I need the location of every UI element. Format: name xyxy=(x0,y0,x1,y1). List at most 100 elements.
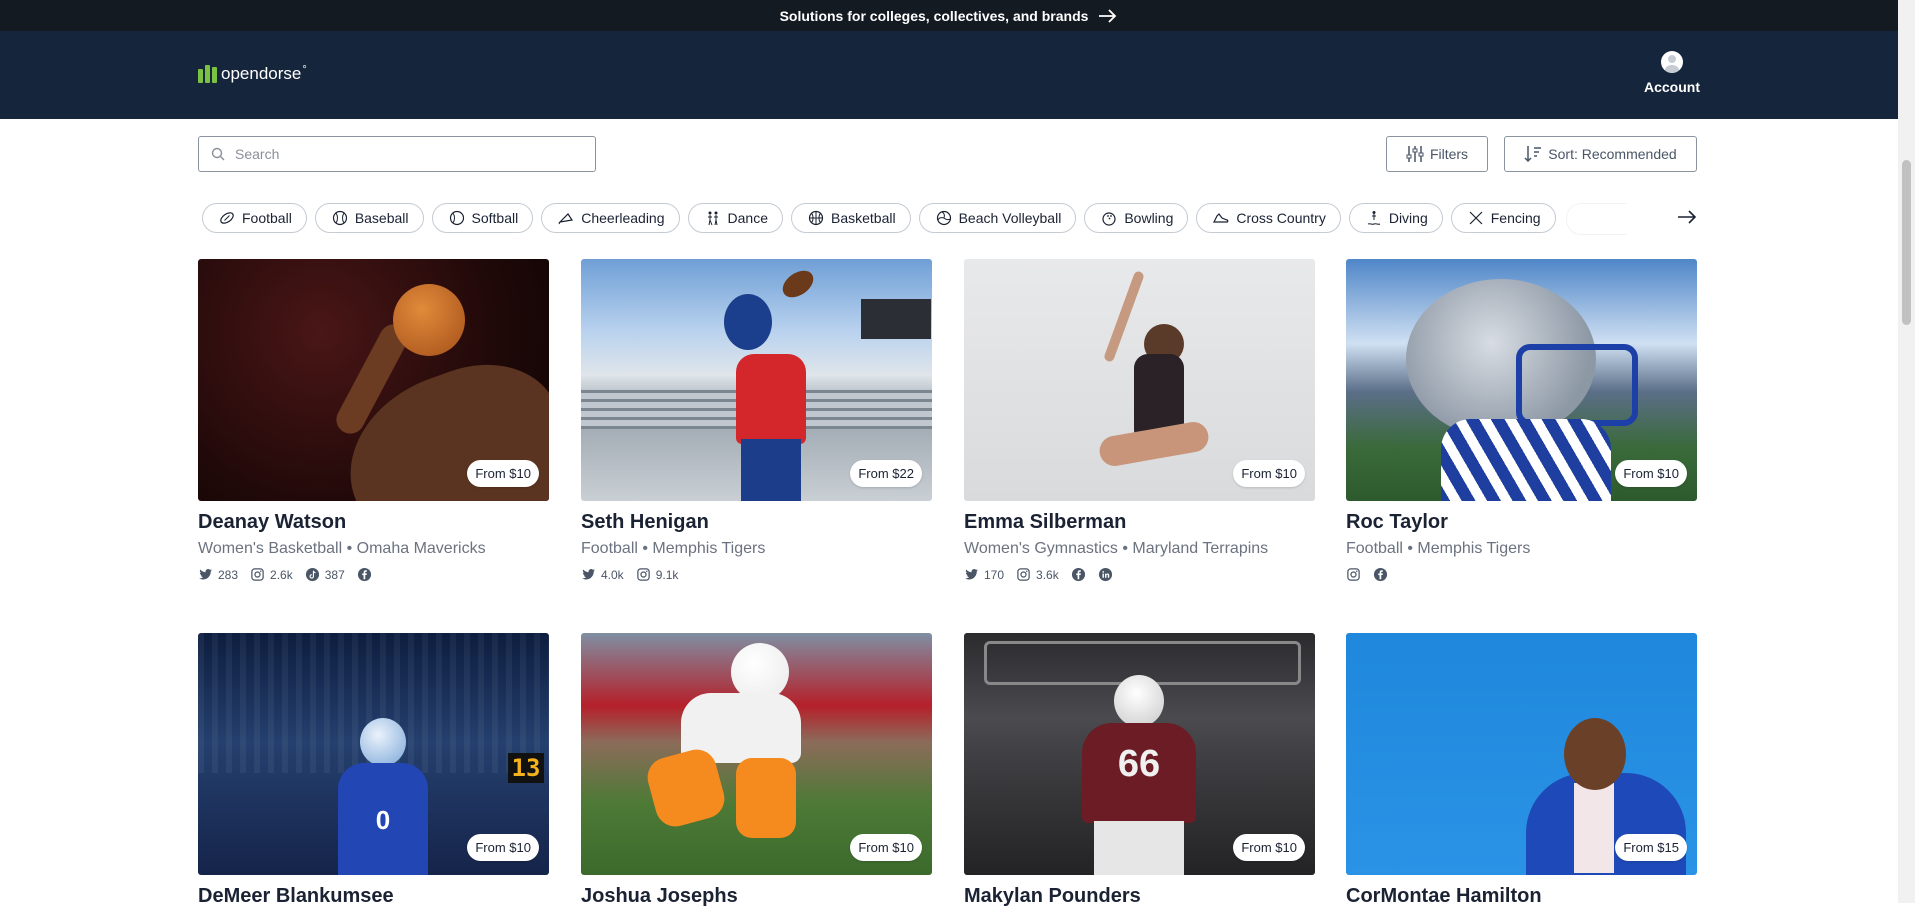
athlete-name[interactable]: CorMontae Hamilton xyxy=(1346,885,1697,908)
athlete-name[interactable]: Makylan Pounders xyxy=(964,885,1315,908)
chip-fencing[interactable]: Fencing xyxy=(1450,203,1556,233)
athlete-card[interactable]: 66 From $10 Makylan Pounders xyxy=(964,633,1315,908)
athlete-sport-team: Football • Memphis Tigers xyxy=(1346,540,1531,557)
athlete-name[interactable]: DeMeer Blankumsee xyxy=(198,885,549,908)
chip-overflow-fade xyxy=(1565,203,1627,235)
price-badge: From $15 xyxy=(1615,834,1687,861)
chip-dance[interactable]: Dance xyxy=(687,203,783,233)
instagram-icon xyxy=(1017,568,1030,581)
chip-label: Basketball xyxy=(830,210,896,226)
athlete-card[interactable]: From $10 Emma Silberman Women's Gymnasti… xyxy=(964,259,1315,582)
search-icon xyxy=(211,147,225,161)
linkedin-stat xyxy=(1098,567,1113,582)
logo-text: opendorse xyxy=(221,64,302,83)
instagram-stat: 9.1k xyxy=(636,567,679,582)
social-stats: 4.0k 9.1k xyxy=(581,567,932,582)
chip-basketball[interactable]: Basketball xyxy=(790,203,911,233)
search-input[interactable] xyxy=(233,145,577,163)
chip-label: Cross Country xyxy=(1236,210,1326,226)
chip-label: Baseball xyxy=(354,210,409,226)
chip-baseball[interactable]: Baseball xyxy=(314,203,424,233)
chip-cross-country[interactable]: Cross Country xyxy=(1196,203,1341,233)
sport-filter-chips: Football Baseball Softball Cheerleading … xyxy=(202,203,1627,235)
chip-label: Softball xyxy=(471,210,519,226)
jersey-number: 66 xyxy=(1117,743,1161,785)
instagram-icon xyxy=(1347,568,1360,581)
social-stats xyxy=(1346,567,1697,582)
chip-bowling[interactable]: Bowling xyxy=(1084,203,1189,233)
twitter-count: 283 xyxy=(218,567,239,582)
instagram-stat: 3.6k xyxy=(1016,567,1059,582)
chip-softball[interactable]: Softball xyxy=(431,203,534,233)
athlete-photo: From $15 xyxy=(1346,633,1697,875)
price-badge: From $10 xyxy=(467,460,539,487)
instagram-count: 2.6k xyxy=(270,567,293,582)
athlete-photo: From $10 xyxy=(198,259,549,501)
diving-icon xyxy=(1367,211,1381,225)
football-graphic xyxy=(777,265,819,303)
instagram-stat xyxy=(1346,567,1361,582)
instagram-icon xyxy=(251,568,264,581)
athlete-name[interactable]: Deanay Watson xyxy=(198,511,549,534)
chip-label: Fencing xyxy=(1490,210,1541,226)
opendorse-logo[interactable]: opendorse ° xyxy=(198,64,307,84)
jersey-number: 0 xyxy=(375,805,391,835)
chip-football[interactable]: Football xyxy=(202,203,307,233)
sort-icon xyxy=(1524,146,1542,163)
athlete-card[interactable]: From $10 Joshua Josephs xyxy=(581,633,932,908)
scrollbar-thumb[interactable] xyxy=(1902,160,1911,325)
athlete-photo: From $10 xyxy=(1346,259,1697,501)
site-header: opendorse ° Account xyxy=(0,31,1898,119)
fencing-icon xyxy=(1469,211,1483,225)
tiktok-icon xyxy=(305,567,319,582)
facebook-icon xyxy=(1373,567,1388,582)
instagram-count: 9.1k xyxy=(655,567,679,582)
chip-label: Diving xyxy=(1388,210,1428,226)
chip-label: Dance xyxy=(727,210,768,226)
page-scrollbar[interactable] xyxy=(1898,0,1915,903)
athlete-photo: From $10 xyxy=(581,633,932,875)
athlete-sport-team: Football • Memphis Tigers xyxy=(581,540,766,557)
tiktok-stat: 387 xyxy=(305,567,345,582)
athlete-card[interactable]: From $10 Roc Taylor Football • Memphis T… xyxy=(1346,259,1697,582)
athlete-sport-team: Women's Gymnastics • Maryland Terrapins xyxy=(964,540,1269,557)
price-badge: From $10 xyxy=(467,834,539,861)
search-box[interactable] xyxy=(198,136,596,172)
football-icon xyxy=(220,212,234,224)
sort-button[interactable]: Sort: Recommended xyxy=(1504,136,1697,172)
facebook-stat xyxy=(357,567,372,582)
athlete-card[interactable]: From $22 Seth Henigan Football • Memphis… xyxy=(581,259,932,582)
promo-banner[interactable]: Solutions for colleges, collectives, and… xyxy=(0,0,1898,31)
athlete-photo: 66 From $10 xyxy=(964,633,1315,875)
athlete-name[interactable]: Roc Taylor xyxy=(1346,511,1697,534)
sliders-icon xyxy=(1406,146,1424,162)
twitter-icon xyxy=(198,569,213,580)
price-badge: From $10 xyxy=(1615,460,1687,487)
twitter-stat: 170 xyxy=(964,567,1004,582)
chip-beach-volleyball[interactable]: Beach Volleyball xyxy=(918,203,1077,233)
athlete-card[interactable]: From $15 CorMontae Hamilton xyxy=(1346,633,1697,908)
twitter-icon xyxy=(581,569,596,580)
chip-diving[interactable]: Diving xyxy=(1348,203,1443,233)
athlete-card[interactable]: 13 0 From $10 DeMeer Blankumsee xyxy=(198,633,549,908)
volleyball-icon xyxy=(936,210,951,226)
filters-button[interactable]: Filters xyxy=(1386,136,1488,172)
athlete-photo: 13 0 From $10 xyxy=(198,633,549,875)
account-button[interactable]: Account xyxy=(1637,51,1707,95)
bowling-icon xyxy=(1102,212,1116,226)
athlete-card[interactable]: From $10 Deanay Watson Women's Basketbal… xyxy=(198,259,549,582)
facebook-stat xyxy=(1071,567,1086,582)
facebook-icon xyxy=(1071,567,1085,582)
athlete-name[interactable]: Joshua Josephs xyxy=(581,885,932,908)
basketball-icon xyxy=(808,210,824,226)
athlete-name[interactable]: Seth Henigan xyxy=(581,511,932,534)
linkedin-icon xyxy=(1098,567,1112,582)
athlete-name[interactable]: Emma Silberman xyxy=(964,511,1315,534)
twitter-icon xyxy=(964,569,979,580)
chips-scroll-right-icon[interactable] xyxy=(1676,206,1698,228)
running-shoe-icon xyxy=(1213,213,1229,223)
instagram-icon xyxy=(636,568,650,581)
chip-cheerleading[interactable]: Cheerleading xyxy=(541,203,680,233)
chip-label: Bowling xyxy=(1124,210,1174,226)
avatar-icon xyxy=(1661,51,1683,73)
